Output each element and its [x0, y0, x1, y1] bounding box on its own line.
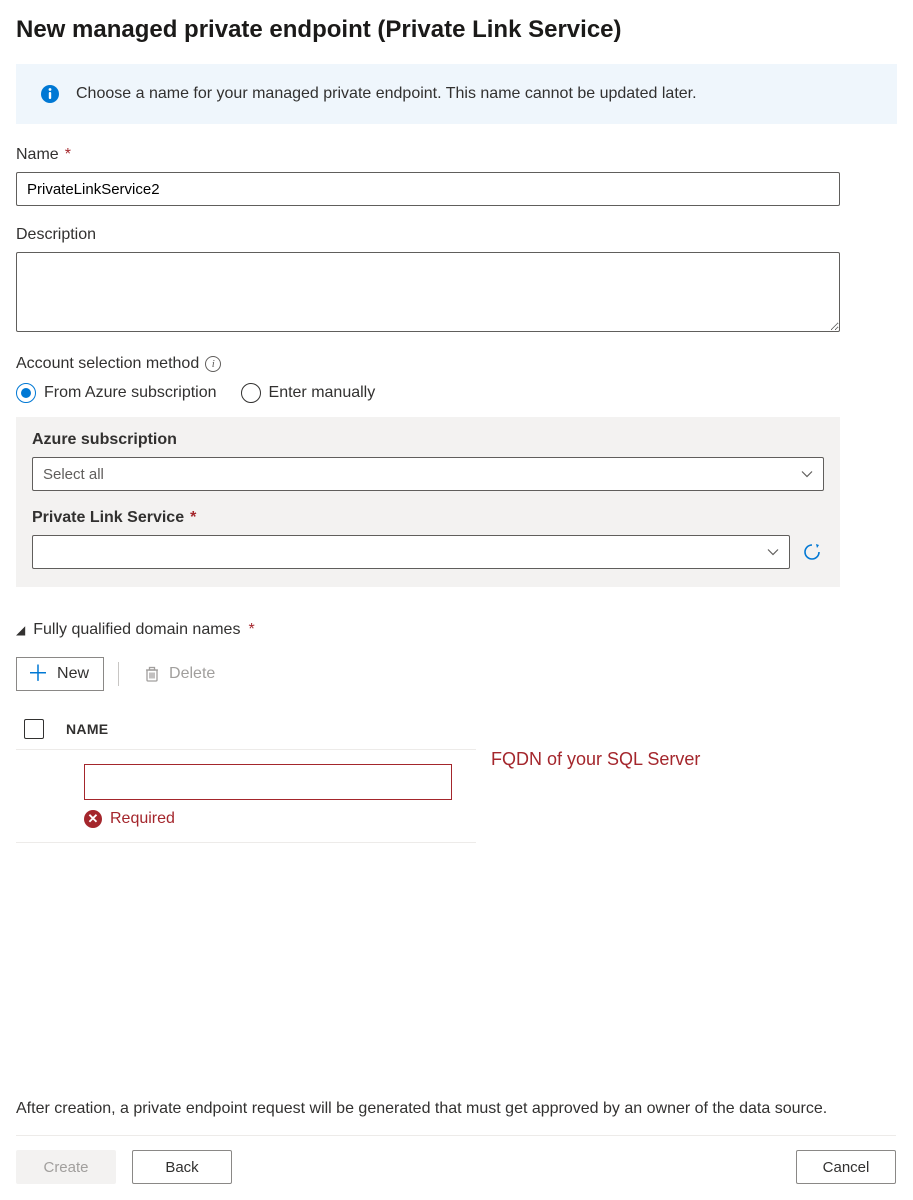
description-field-group: Description — [16, 226, 897, 335]
column-header-name: NAME — [66, 721, 108, 737]
radio-empty-icon — [241, 383, 261, 403]
delete-button: Delete — [133, 657, 229, 691]
radio-enter-manually-label: Enter manually — [269, 384, 376, 402]
required-asterisk: * — [190, 509, 196, 527]
description-textarea[interactable] — [16, 252, 840, 332]
create-button: Create — [16, 1150, 116, 1184]
delete-button-label: Delete — [169, 665, 215, 683]
info-banner: Choose a name for your managed private e… — [16, 64, 897, 124]
error-icon: ✕ — [84, 810, 102, 828]
fqdn-toolbar: ＋ New Delete — [16, 657, 897, 691]
required-asterisk: * — [248, 621, 254, 639]
required-asterisk: * — [65, 146, 71, 164]
account-method-group: Account selection method i From Azure su… — [16, 355, 897, 587]
azure-subscription-value: Select all — [43, 466, 104, 483]
toolbar-separator — [118, 662, 119, 686]
refresh-button[interactable] — [800, 540, 824, 564]
plus-icon: ＋ — [27, 663, 49, 685]
page-title: New managed private endpoint (Private Li… — [16, 16, 897, 44]
azure-subscription-select[interactable]: Select all — [32, 457, 824, 491]
trash-icon — [143, 665, 161, 683]
name-field-group: Name * — [16, 146, 897, 206]
error-message: Required — [110, 810, 175, 828]
fqdn-annotation: FQDN of your SQL Server — [491, 749, 700, 770]
back-button[interactable]: Back — [132, 1150, 232, 1184]
private-link-service-select[interactable] — [32, 535, 790, 569]
name-input[interactable] — [16, 172, 840, 206]
new-button[interactable]: ＋ New — [16, 657, 104, 691]
fqdn-section-label: Fully qualified domain names — [33, 621, 240, 639]
info-text: Choose a name for your managed private e… — [76, 82, 697, 106]
chevron-down-icon — [767, 546, 779, 558]
info-tooltip-icon[interactable]: i — [205, 356, 221, 372]
select-all-checkbox[interactable] — [24, 719, 44, 739]
refresh-icon — [802, 542, 822, 562]
name-label: Name — [16, 146, 59, 164]
table-row: ✕ Required — [16, 750, 476, 843]
description-label: Description — [16, 226, 96, 244]
radio-enter-manually[interactable]: Enter manually — [241, 383, 376, 403]
chevron-down-icon — [801, 468, 813, 480]
azure-subscription-label: Azure subscription — [32, 431, 177, 449]
radio-dot-icon — [16, 383, 36, 403]
footer-note: After creation, a private endpoint reque… — [16, 1057, 886, 1121]
cancel-button[interactable]: Cancel — [796, 1150, 896, 1184]
fqdn-name-input[interactable] — [84, 764, 452, 800]
info-icon — [40, 84, 60, 104]
subscription-panel: Azure subscription Select all Private Li… — [16, 417, 840, 587]
triangle-expanded-icon: ◢ — [16, 623, 25, 637]
button-bar: Create Back Cancel — [16, 1135, 896, 1184]
radio-from-subscription-label: From Azure subscription — [44, 384, 217, 402]
fqdn-table: NAME ✕ Required — [16, 709, 476, 843]
private-link-service-label: Private Link Service — [32, 509, 184, 527]
fqdn-section-header[interactable]: ◢ Fully qualified domain names * — [16, 621, 897, 639]
account-method-label: Account selection method — [16, 355, 199, 373]
radio-from-subscription[interactable]: From Azure subscription — [16, 383, 217, 403]
new-button-label: New — [57, 665, 89, 683]
